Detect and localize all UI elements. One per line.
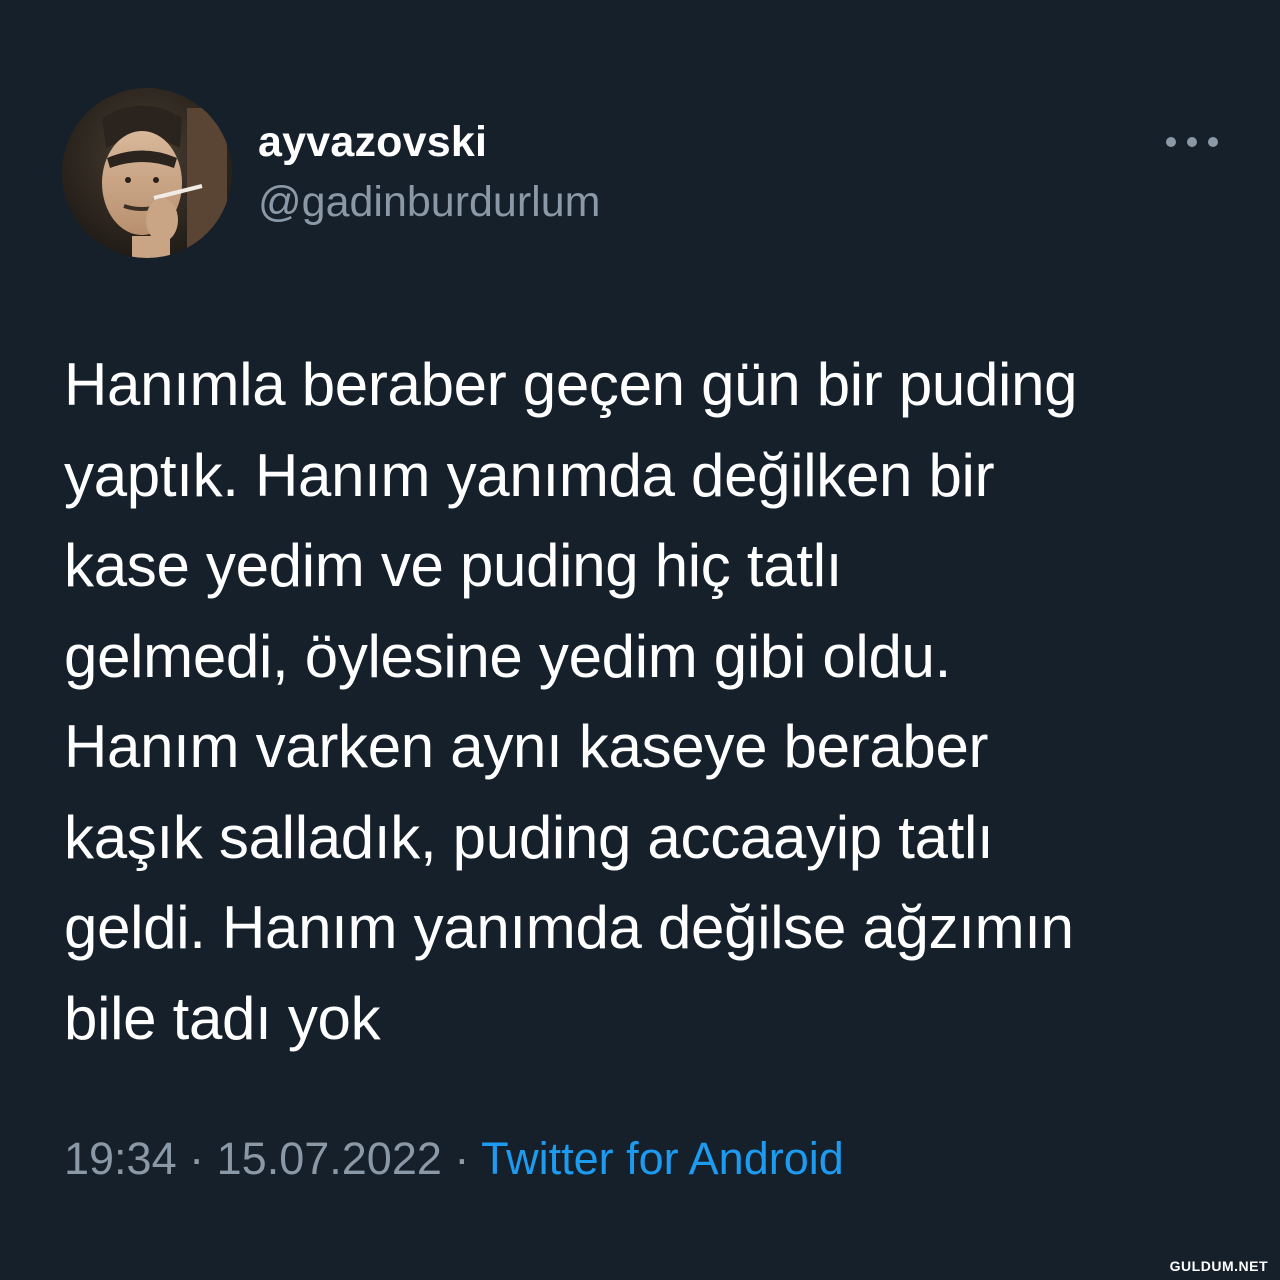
tweet-text-line: bile tadı yok xyxy=(64,984,381,1052)
watermark: GULDUM.NET xyxy=(1169,1258,1268,1274)
more-horizontal-icon xyxy=(1208,137,1218,147)
tweet-text-line: kase yedim ve puding hiç tatlı xyxy=(64,532,843,599)
more-options-button[interactable] xyxy=(1166,126,1218,158)
meta-separator: · xyxy=(189,1133,205,1184)
tweet-text: Hanımla beraber geçen gün bir puding yap… xyxy=(64,340,1224,1064)
tweet-date[interactable]: 15.07.2022 xyxy=(217,1133,442,1184)
tweet-card: ayvazovski @gadinburdurlum Hanımla berab… xyxy=(0,0,1280,1280)
tweet-meta: 19:34 · 15.07.2022 · Twitter for Android xyxy=(64,1133,844,1185)
more-horizontal-icon xyxy=(1187,137,1197,147)
user-handle[interactable]: @gadinburdurlum xyxy=(258,178,600,227)
tweet-time[interactable]: 19:34 xyxy=(64,1133,177,1184)
tweet-text-line: gelmedi, öylesine yedim gibi oldu. xyxy=(64,622,951,690)
display-name[interactable]: ayvazovski xyxy=(258,118,487,167)
profile-photo-icon xyxy=(62,88,232,258)
tweet-text-line: Hanımla beraber geçen gün bir puding xyxy=(64,351,1078,418)
avatar[interactable] xyxy=(62,88,232,258)
tweet-source-link[interactable]: Twitter for Android xyxy=(481,1133,844,1184)
tweet-text-line: kaşık salladık, puding accaayip tatlı xyxy=(64,803,994,871)
tweet-text-line: Hanım varken aynı kaseye beraber xyxy=(64,713,989,780)
more-horizontal-icon xyxy=(1166,137,1176,147)
meta-separator: · xyxy=(454,1133,470,1184)
tweet-text-line: yaptık. Hanım yanımda değilken bir xyxy=(64,441,995,509)
tweet-text-line: geldi. Hanım yanımda değilse ağzımın xyxy=(64,894,1074,961)
